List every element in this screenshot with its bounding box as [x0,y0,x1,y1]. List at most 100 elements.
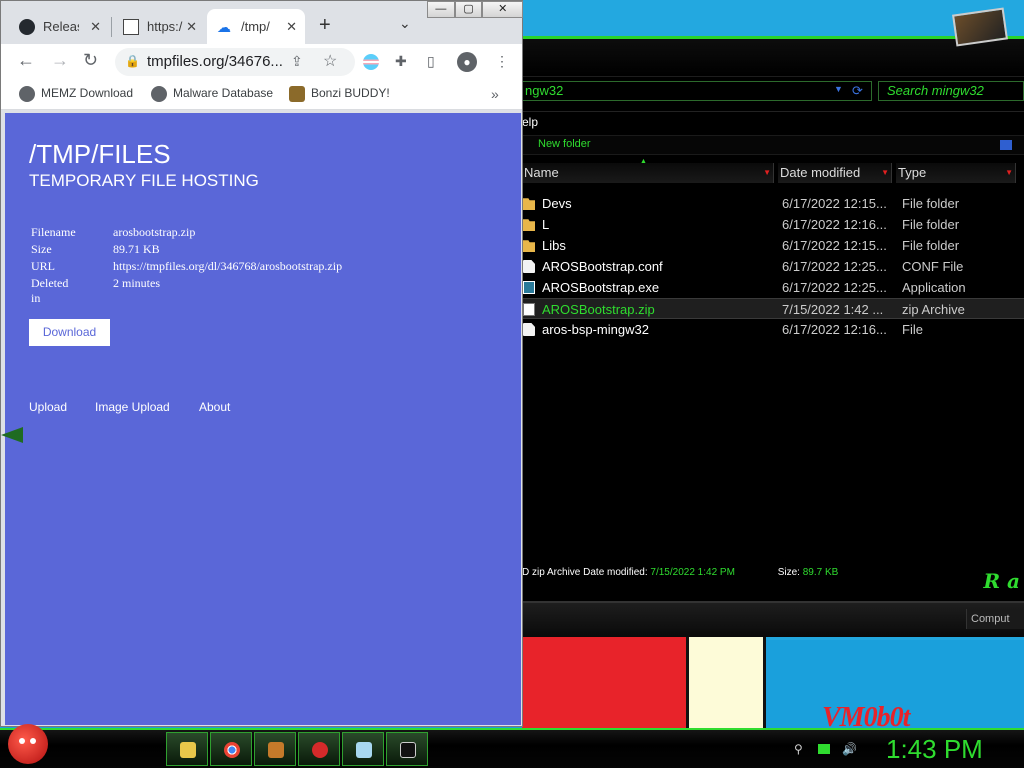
file-type: File [902,322,923,337]
column-filter-icon[interactable]: ▼ [881,163,889,183]
column-header-name[interactable]: Name ▼ [522,163,774,183]
globe-icon [19,86,35,102]
details-size: 89.7 KB [802,567,839,578]
details-date: 7/15/2022 1:42 PM [650,567,735,578]
file-type: File folder [902,217,960,232]
minimize-button[interactable]: — [427,1,455,18]
close-tab-icon[interactable]: ✕ [286,9,297,44]
file-row[interactable]: AROSBootstrap.conf 6/17/2022 12:25... CO… [522,256,1024,277]
bookmarks-overflow-button[interactable]: » [491,86,499,102]
mouse-cursor-icon [1,427,23,443]
desktop-wallpaper-red [522,634,687,734]
close-tab-icon[interactable]: ✕ [186,9,197,44]
file-list: Devs 6/17/2022 12:15... File folder L 6/… [522,193,1024,340]
exe-icon [523,281,535,294]
back-arrow-icon[interactable]: ← [17,50,35,71]
file-name: Libs [542,238,566,253]
file-row[interactable]: aros-bsp-mingw32 6/17/2022 12:16... File [522,319,1024,340]
binary-file-icon [123,19,139,35]
file-row[interactable]: Devs 6/17/2022 12:15... File folder [522,193,1024,214]
tab-search-chevron-icon[interactable]: ⌄ [399,15,411,32]
taskbar-apps [166,732,428,766]
omnibox[interactable]: 🔒 tmpfiles.org/34676... ⇪ ☆ [115,48,355,76]
reload-icon[interactable]: ↻ [83,50,98,71]
paint-icon[interactable] [254,732,296,766]
angry-birds-icon[interactable] [298,732,340,766]
upload-link[interactable]: Upload [29,400,67,414]
globe-icon [151,86,167,102]
close-tab-icon[interactable]: ✕ [90,9,101,44]
computer-location: Comput [966,609,1024,629]
share-icon[interactable]: ⇪ [291,53,303,70]
desktop-wallpaper-paper [686,634,766,734]
lock-icon[interactable]: 🔒 [125,54,140,68]
extensions-puzzle-icon[interactable]: ✚ [395,53,407,70]
file-date: 6/17/2022 12:25... [782,280,887,295]
image-upload-link[interactable]: Image Upload [95,400,170,414]
volume-icon[interactable]: 🔊 [842,742,857,756]
file-row[interactable]: L 6/17/2022 12:16... File folder [522,214,1024,235]
column-header-date[interactable]: Date modified ▼ [778,163,892,183]
address-bar[interactable]: ngw32 [522,81,872,101]
profile-avatar-icon[interactable]: ● [457,52,477,72]
zip-icon [523,303,535,316]
file-type: zip Archive [902,302,965,317]
details-type: D zip Archive Date modified: [522,567,648,578]
file-date: 6/17/2022 12:16... [782,217,887,232]
menu-help[interactable]: elp [522,115,538,129]
page-title: /TMP/FILES [29,139,171,169]
about-link[interactable]: About [199,400,230,414]
bookmark-bonzi-buddy[interactable]: Bonzi BUDDY! [289,86,390,102]
notepad-icon[interactable] [342,732,384,766]
new-folder-button[interactable]: New folder [538,138,591,150]
column-filter-icon[interactable]: ▼ [1005,163,1013,183]
column-header-type[interactable]: Type ▼ [896,163,1016,183]
taskbar: ⚲ 🔊 1:43 PM [0,724,1024,768]
file-type: File folder [902,196,960,211]
explorer-thumbnail [952,7,1008,47]
clock[interactable]: 1:43 PM [886,734,983,765]
tab-strip: Releas ✕ https:/ ✕ ☁ /tmp/ ✕ + ⌄ — ▢ ✕ [1,1,524,44]
tab-https[interactable]: https:/ ✕ [113,9,205,44]
bookmark-memz[interactable]: MEMZ Download [19,86,133,102]
cmd-icon[interactable] [386,732,428,766]
file-name: AROSBootstrap.conf [542,259,663,274]
display-icon[interactable] [818,744,830,754]
file-date: 7/15/2022 1:42 ... [782,302,884,317]
tab-releases[interactable]: Releas ✕ [9,9,109,44]
chrome-icon[interactable] [210,732,252,766]
bookmark-malware-database[interactable]: Malware Database [151,86,273,102]
file-date: 6/17/2022 12:16... [782,322,887,337]
maximize-button[interactable]: ▢ [454,1,483,18]
file-row[interactable]: AROSBootstrap.exe 6/17/2022 12:25... App… [522,277,1024,298]
forward-arrow-icon[interactable]: → [51,50,69,71]
refresh-icon[interactable]: ⟳ [852,83,863,99]
search-input[interactable]: Search mingw32 [878,81,1024,101]
tmpfiles-page: /TMP/FILES TEMPORARY FILE HOSTING Filena… [5,113,521,725]
address-dropdown-icon[interactable]: ▼ [834,84,843,94]
column-filter-icon[interactable]: ▼ [763,163,771,183]
download-button[interactable]: Download [29,319,110,346]
close-button[interactable]: ✕ [482,1,524,18]
file-row[interactable]: Libs 6/17/2022 12:15... File folder [522,235,1024,256]
explorer-toolbar: New folder [522,135,1024,155]
bonzi-icon [289,86,305,102]
file-url-link[interactable]: https://tmpfiles.org/dl/346768/arosboots… [113,259,342,274]
tab-tmpfiles[interactable]: ☁ /tmp/ ✕ [207,9,305,44]
new-tab-button[interactable]: + [319,14,331,37]
start-button-angry-bird-icon[interactable] [8,724,48,764]
trans-flag-extension-icon[interactable] [363,54,379,70]
folder-icon [523,198,535,210]
file-date: 6/17/2022 12:15... [782,196,887,211]
kebab-menu-icon[interactable]: ⋮ [495,53,509,70]
file-icon [523,260,535,273]
file-name: Devs [542,196,572,211]
tab-separator [111,17,112,37]
bookmark-star-icon[interactable]: ☆ [323,51,337,71]
explorer-icon[interactable] [166,732,208,766]
network-icon[interactable]: ⚲ [794,742,803,756]
file-row-selected[interactable]: AROSBootstrap.zip 7/15/2022 1:42 ... zip… [522,298,1024,319]
view-options-icon[interactable] [1000,140,1012,150]
side-panel-icon[interactable]: ▯ [427,53,435,70]
explorer-title-bar[interactable] [522,7,1024,77]
